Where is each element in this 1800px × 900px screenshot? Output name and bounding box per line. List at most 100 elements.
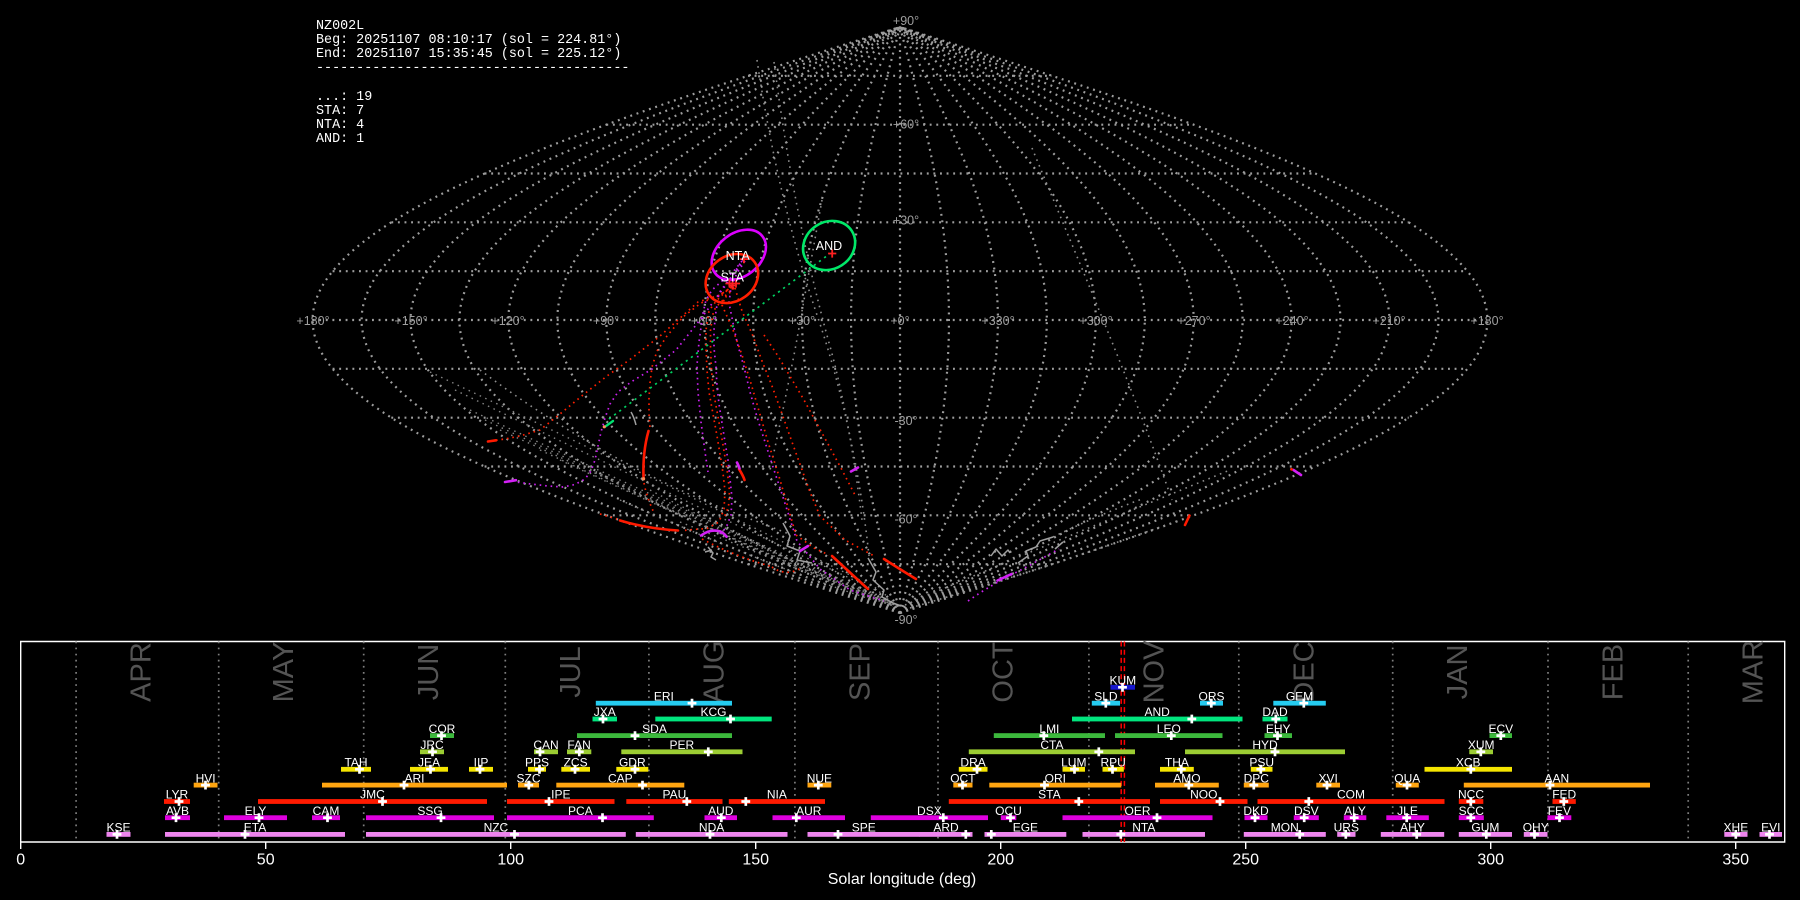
svg-text:100: 100: [497, 852, 524, 869]
svg-text:APR: APR: [126, 642, 158, 702]
svg-text:200: 200: [987, 852, 1014, 869]
svg-text:LEO: LEO: [1157, 722, 1181, 736]
svg-text:MAY: MAY: [268, 642, 300, 703]
svg-text:FEB: FEB: [1598, 644, 1630, 700]
svg-text:250: 250: [1232, 852, 1259, 869]
svg-text:EGE: EGE: [1013, 821, 1038, 835]
svg-text:DSX: DSX: [917, 804, 942, 818]
svg-text:SZC: SZC: [517, 771, 541, 785]
svg-text:URS: URS: [1334, 821, 1359, 835]
svg-text:Solar longitude (deg): Solar longitude (deg): [828, 871, 977, 888]
svg-text:TAH: TAH: [344, 756, 367, 770]
svg-text:+120°: +120°: [491, 314, 524, 328]
svg-text:+90°: +90°: [893, 14, 919, 28]
svg-text:NCC: NCC: [1458, 788, 1484, 802]
svg-text:DRA: DRA: [960, 756, 985, 770]
svg-text:XCB: XCB: [1456, 756, 1481, 770]
svg-text:AND: AND: [1145, 705, 1171, 719]
svg-text:KSE: KSE: [106, 821, 130, 835]
svg-text:ETA: ETA: [244, 821, 266, 835]
svg-text:HYD: HYD: [1252, 738, 1278, 752]
svg-text:NOO: NOO: [1190, 788, 1217, 802]
svg-text:OCT: OCT: [950, 771, 976, 785]
svg-text:DPC: DPC: [1244, 771, 1270, 785]
svg-text:COM: COM: [1337, 788, 1365, 802]
svg-text:+150°: +150°: [394, 314, 427, 328]
svg-text:AAN: AAN: [1545, 771, 1570, 785]
svg-text:LMI: LMI: [1039, 722, 1059, 736]
svg-text:NDA: NDA: [699, 821, 724, 835]
svg-text:ELY: ELY: [245, 804, 267, 818]
svg-text:SLD: SLD: [1094, 689, 1118, 703]
svg-text:350: 350: [1722, 852, 1749, 869]
svg-text:EVI: EVI: [1761, 821, 1780, 835]
svg-text:OER: OER: [1124, 804, 1150, 818]
svg-text:COR: COR: [429, 722, 456, 736]
svg-text:OCT: OCT: [988, 641, 1020, 703]
svg-text:+330°: +330°: [981, 314, 1014, 328]
svg-text:FAN: FAN: [567, 738, 590, 752]
svg-text:JRC: JRC: [420, 738, 444, 752]
svg-text:+180°: +180°: [1470, 314, 1503, 328]
svg-text:NTA: NTA: [1132, 821, 1155, 835]
svg-text:THA: THA: [1165, 756, 1189, 770]
svg-text:+30°: +30°: [789, 314, 815, 328]
svg-text:50: 50: [257, 852, 275, 869]
svg-text:PAU: PAU: [663, 788, 687, 802]
svg-text:OCU: OCU: [995, 804, 1022, 818]
svg-text:XHE: XHE: [1724, 821, 1749, 835]
svg-text:NOV: NOV: [1138, 640, 1170, 704]
svg-text:KUM: KUM: [1109, 674, 1136, 688]
svg-text:JAN: JAN: [1442, 645, 1474, 700]
svg-text:PER: PER: [670, 738, 695, 752]
svg-text:SEP: SEP: [844, 643, 876, 701]
svg-text:STA: STA: [721, 271, 745, 285]
svg-text:JXA: JXA: [594, 705, 616, 719]
svg-text:+180°: +180°: [296, 314, 329, 328]
svg-text:150: 150: [742, 852, 769, 869]
svg-text:IIP: IIP: [474, 756, 489, 770]
svg-text:KCG: KCG: [700, 705, 726, 719]
svg-text:MON: MON: [1271, 821, 1299, 835]
svg-text:AMO: AMO: [1173, 771, 1200, 785]
svg-text:CAM: CAM: [313, 804, 340, 818]
svg-text:+240°: +240°: [1275, 314, 1308, 328]
svg-text:+300°: +300°: [1079, 314, 1112, 328]
svg-text:-90°: -90°: [894, 613, 917, 627]
svg-text:XVI: XVI: [1319, 771, 1338, 785]
svg-text:NUE: NUE: [807, 771, 832, 785]
svg-text:-30°: -30°: [894, 414, 917, 428]
svg-text:IPE: IPE: [551, 788, 570, 802]
svg-text:+60°: +60°: [893, 118, 919, 132]
svg-text:ZCS: ZCS: [564, 756, 588, 770]
svg-text:CTA: CTA: [1040, 738, 1063, 752]
svg-text:MAR: MAR: [1738, 640, 1770, 704]
svg-text:JLE: JLE: [1397, 804, 1418, 818]
svg-text:PCA: PCA: [568, 804, 593, 818]
svg-text:FED: FED: [1552, 788, 1576, 802]
svg-text:PPS: PPS: [525, 756, 549, 770]
svg-text:AUR: AUR: [796, 804, 822, 818]
svg-text:QUA: QUA: [1394, 771, 1420, 785]
svg-text:+0°: +0°: [890, 314, 909, 328]
svg-text:ERI: ERI: [654, 689, 674, 703]
svg-text:SPE: SPE: [852, 821, 876, 835]
svg-text:CAP: CAP: [608, 771, 633, 785]
svg-text:XUM: XUM: [1468, 738, 1495, 752]
svg-text:ARD: ARD: [933, 821, 959, 835]
svg-text:+210°: +210°: [1372, 314, 1405, 328]
svg-text:SSG: SSG: [417, 804, 442, 818]
svg-text:300: 300: [1477, 852, 1504, 869]
svg-text:HVI: HVI: [196, 771, 216, 785]
svg-text:AVB: AVB: [166, 804, 189, 818]
svg-text:AUD: AUD: [708, 804, 734, 818]
svg-text:DKD: DKD: [1243, 804, 1269, 818]
svg-text:AUG: AUG: [698, 641, 730, 704]
svg-text:-60°: -60°: [894, 513, 917, 527]
svg-text:LUM: LUM: [1061, 756, 1086, 770]
svg-text:JUL: JUL: [555, 646, 587, 698]
svg-text:JUN: JUN: [413, 644, 445, 700]
svg-text:JEA: JEA: [418, 756, 440, 770]
svg-text:NTA: NTA: [726, 249, 751, 263]
svg-text:+270°: +270°: [1177, 314, 1210, 328]
